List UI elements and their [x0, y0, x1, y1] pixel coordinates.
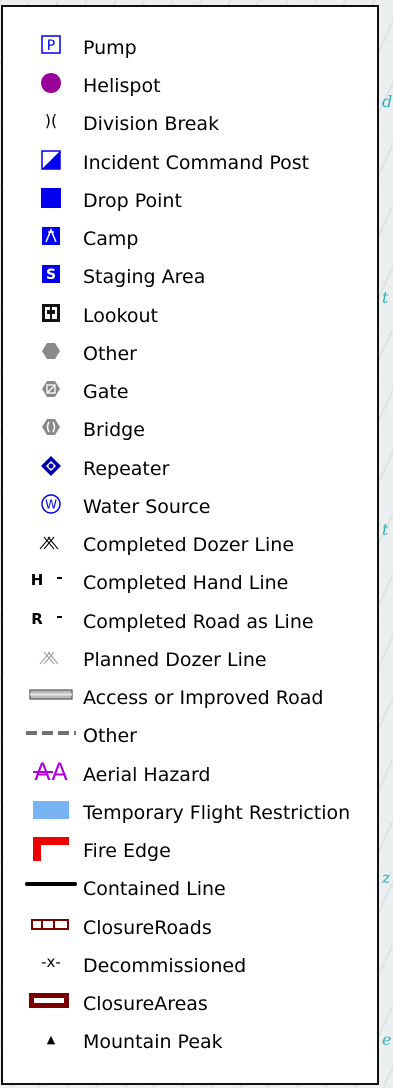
staging-area-icon: S — [21, 255, 81, 293]
mountain-peak-glyph: ▲ — [47, 1033, 56, 1046]
legend-label: Incident Command Post — [83, 152, 310, 174]
legend-label: Completed Dozer Line — [83, 534, 295, 556]
bridge-icon — [21, 408, 81, 446]
completed-dozer-line-icon — [21, 523, 81, 561]
planned-dozer-line-icon — [21, 638, 81, 676]
legend-label: Other — [83, 725, 137, 747]
legend-item: Lookout — [3, 294, 377, 332]
map-legend: P Pump Helispot )( Division Break Incide… — [1, 5, 379, 1085]
legend-item: Other — [3, 332, 377, 370]
legend-item: P Pump — [3, 26, 377, 64]
legend-label: Temporary Flight Restriction — [83, 802, 351, 824]
pump-glyph: P — [47, 38, 55, 54]
legend-label: Division Break — [83, 113, 220, 135]
legend-item: H Completed Hand Line — [3, 561, 377, 599]
legend-label: Planned Dozer Line — [83, 649, 267, 671]
incident-command-post-icon — [21, 141, 81, 179]
legend-label: Completed Hand Line — [83, 572, 289, 594]
repeater-icon — [21, 447, 81, 485]
legend-item: Incident Command Post — [3, 141, 377, 179]
map-mark: t — [382, 288, 389, 307]
camp-icon — [21, 217, 81, 255]
access-road-icon — [21, 676, 81, 714]
aerial-hazard-icon: AA — [21, 753, 81, 791]
legend-label: Pump — [83, 37, 137, 59]
temporary-flight-restriction-icon — [21, 791, 81, 829]
legend-item: S Staging Area — [3, 255, 377, 293]
legend-label: ClosureRoads — [83, 917, 212, 939]
legend-label: Staging Area — [83, 266, 206, 288]
legend-item: )( Division Break — [3, 102, 377, 140]
legend-item: Gate — [3, 370, 377, 408]
water-source-icon: W — [21, 485, 81, 523]
completed-hand-line-icon: H — [21, 561, 81, 599]
legend-item: ClosureRoads — [3, 906, 377, 944]
legend-label: Water Source — [83, 496, 211, 518]
legend-label: Contained Line — [83, 878, 226, 900]
legend-item: ▲ Mountain Peak — [3, 1020, 377, 1058]
map-mark: d — [382, 92, 393, 111]
legend-label: Aerial Hazard — [83, 764, 211, 786]
decommissioned-icon: -x- — [21, 944, 81, 982]
legend-item: AA Aerial Hazard — [3, 753, 377, 791]
map-mark: e — [382, 1030, 392, 1049]
legend-item: Repeater — [3, 447, 377, 485]
map-mark: t — [382, 520, 389, 539]
legend-item: ClosureAreas — [3, 982, 377, 1020]
legend-label: Completed Road as Line — [83, 611, 314, 633]
map-mark: z — [382, 868, 391, 887]
contained-line-icon — [21, 867, 81, 905]
legend-label: Drop Point — [83, 190, 182, 212]
hand-line-glyph: H — [31, 571, 44, 589]
legend-item: Drop Point — [3, 179, 377, 217]
staging-area-glyph: S — [46, 267, 56, 283]
other-line-icon — [21, 714, 81, 752]
drop-point-icon — [21, 179, 81, 217]
legend-item: Helispot — [3, 64, 377, 102]
legend-item: Planned Dozer Line — [3, 638, 377, 676]
water-source-glyph: W — [45, 498, 57, 512]
lookout-icon — [21, 294, 81, 332]
mountain-peak-icon: ▲ — [21, 1020, 81, 1058]
legend-label: Other — [83, 343, 137, 365]
legend-item: -x- Decommissioned — [3, 944, 377, 982]
gate-icon — [21, 370, 81, 408]
legend-item: R Completed Road as Line — [3, 600, 377, 638]
helispot-icon — [21, 64, 81, 102]
legend-label: Decommissioned — [83, 955, 247, 977]
closure-roads-icon — [21, 906, 81, 944]
legend-label: Repeater — [83, 458, 170, 480]
legend-label: Camp — [83, 228, 139, 250]
division-break-glyph: )( — [45, 111, 57, 130]
legend-label: Gate — [83, 381, 129, 403]
legend-item: Temporary Flight Restriction — [3, 791, 377, 829]
legend-label: Helispot — [83, 75, 161, 97]
legend-item: Other — [3, 714, 377, 752]
legend-label: Fire Edge — [83, 840, 171, 862]
legend-item: W Water Source — [3, 485, 377, 523]
legend-item: Camp — [3, 217, 377, 255]
legend-label: Mountain Peak — [83, 1031, 223, 1053]
division-break-icon: )( — [21, 102, 81, 140]
legend-label: Lookout — [83, 305, 158, 327]
completed-road-as-line-icon: R — [21, 600, 81, 638]
other-point-icon — [21, 332, 81, 370]
decommissioned-glyph: -x- — [41, 953, 61, 971]
legend-label: Access or Improved Road — [83, 687, 324, 709]
legend-item: Fire Edge — [3, 829, 377, 867]
legend-item: Completed Dozer Line — [3, 523, 377, 561]
legend-item: Contained Line — [3, 867, 377, 905]
legend-item: Access or Improved Road — [3, 676, 377, 714]
closure-areas-icon — [21, 982, 81, 1020]
pump-icon: P — [21, 26, 81, 64]
legend-label: ClosureAreas — [83, 993, 208, 1015]
road-line-glyph: R — [31, 610, 43, 628]
legend-item: Bridge — [3, 408, 377, 446]
legend-label: Bridge — [83, 419, 145, 441]
fire-edge-icon — [21, 829, 81, 867]
